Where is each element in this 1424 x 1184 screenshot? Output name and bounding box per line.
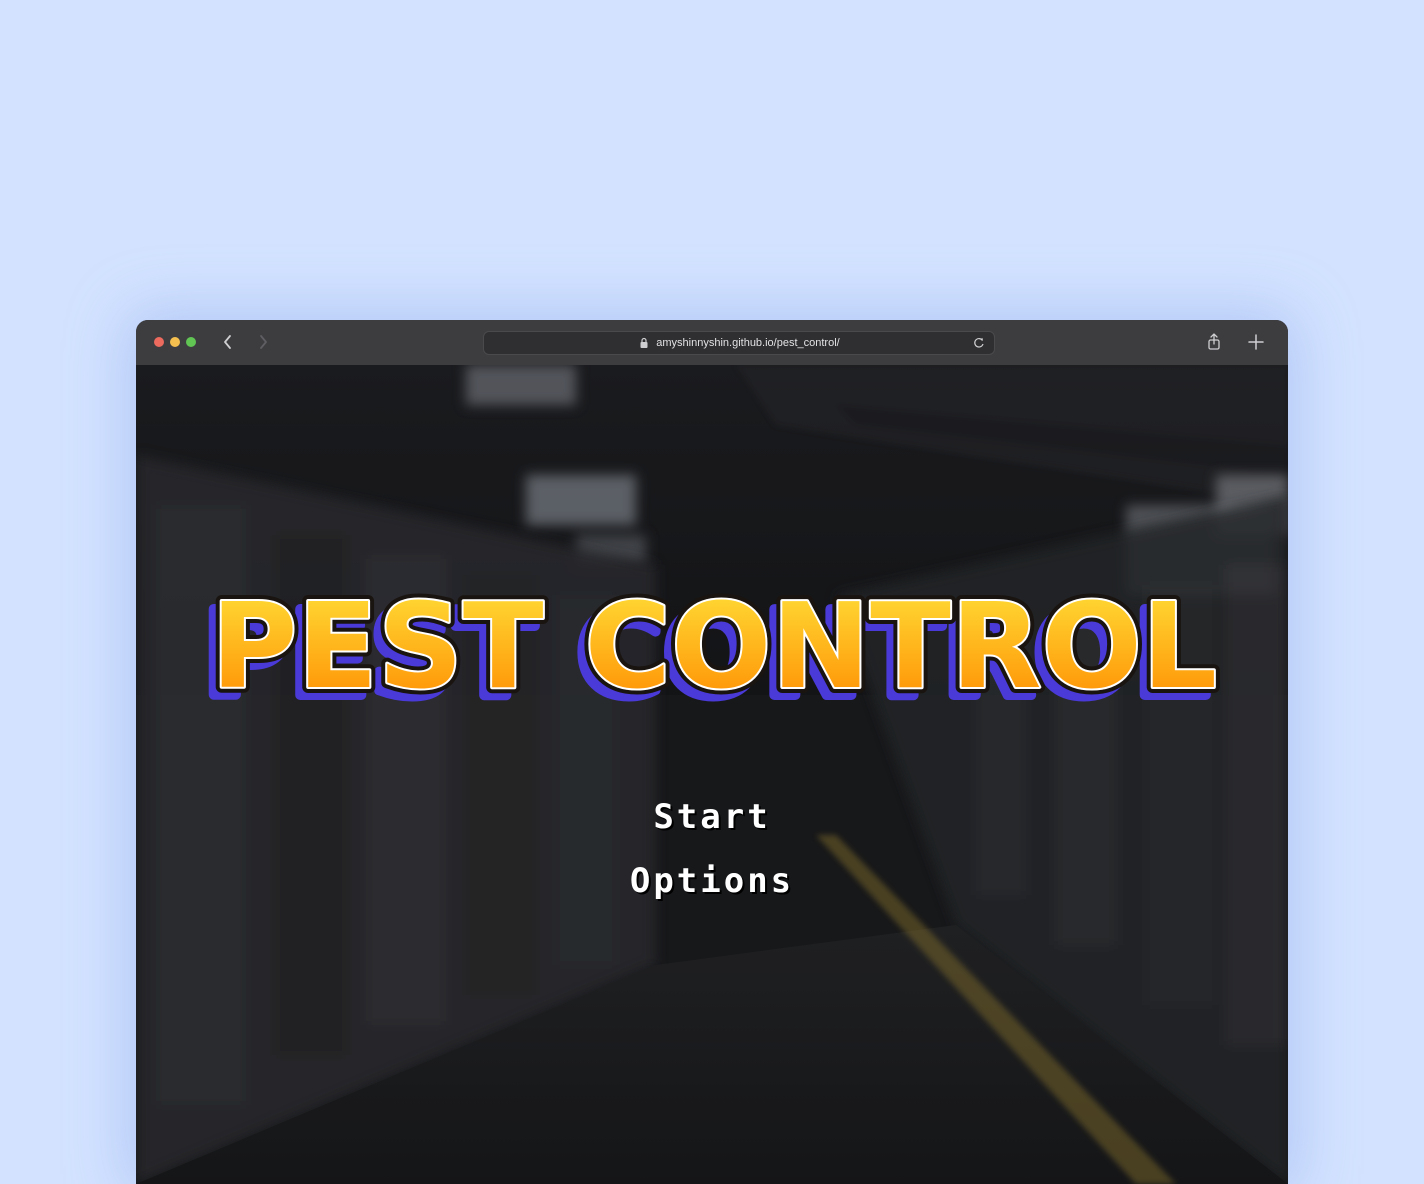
game-canvas[interactable]: PEST CONTROL PEST CONTROL PEST CONTROL S… <box>136 365 1288 1184</box>
url-text: amyshinnyshin.github.io/pest_control/ <box>656 337 840 349</box>
tunnel-background <box>136 365 1288 1184</box>
chevron-right-icon[interactable] <box>253 332 273 352</box>
options-button[interactable]: Options <box>136 861 1288 901</box>
game-title-logo: PEST CONTROL PEST CONTROL PEST CONTROL <box>136 565 1288 728</box>
browser-toolbar: amyshinnyshin.github.io/pest_control/ <box>136 320 1288 366</box>
reload-icon[interactable] <box>972 336 986 350</box>
lock-icon <box>638 337 650 349</box>
zoom-window-button[interactable] <box>186 337 196 347</box>
close-window-button[interactable] <box>154 337 164 347</box>
browser-window: amyshinnyshin.github.io/pest_control/ PE… <box>136 320 1288 1184</box>
address-bar[interactable]: amyshinnyshin.github.io/pest_control/ <box>483 331 995 355</box>
plus-icon[interactable] <box>1246 332 1266 352</box>
share-icon[interactable] <box>1204 332 1224 352</box>
game-title: PEST CONTROL <box>211 577 1217 715</box>
minimize-window-button[interactable] <box>170 337 180 347</box>
chevron-left-icon[interactable] <box>218 332 238 352</box>
start-button[interactable]: Start <box>136 797 1288 837</box>
